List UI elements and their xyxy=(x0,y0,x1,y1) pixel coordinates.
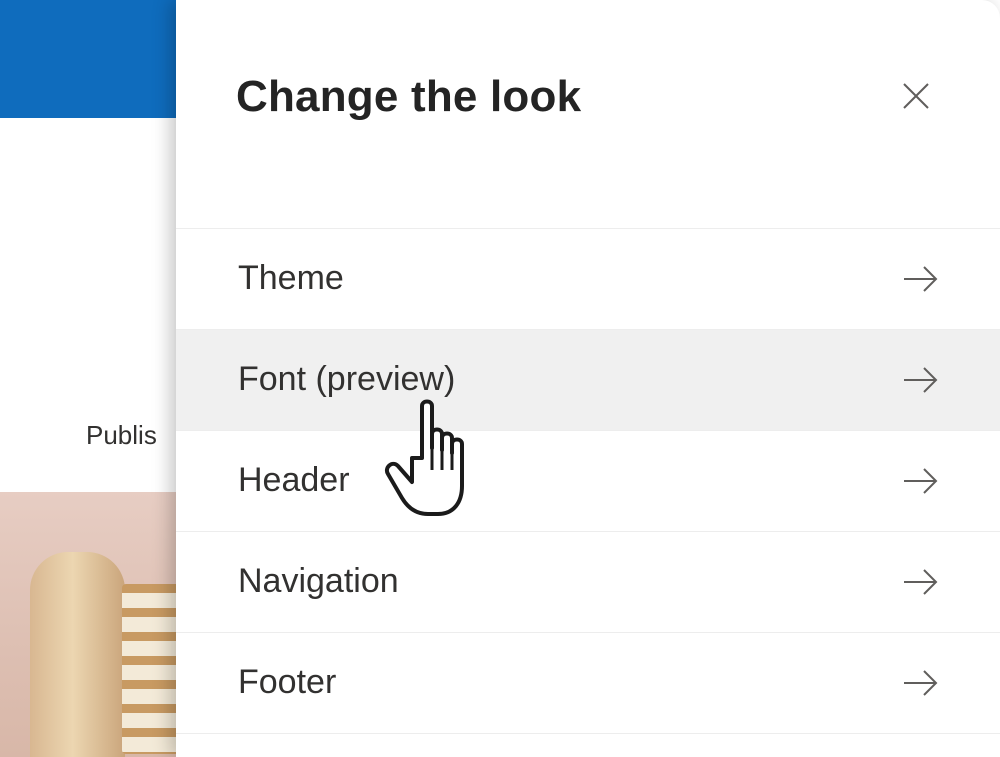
menu-item-font-preview[interactable]: Font (preview) xyxy=(176,330,1000,431)
menu-item-label: Font (preview) xyxy=(238,360,456,398)
arrow-right-icon xyxy=(904,569,938,595)
arrow-right-icon xyxy=(904,266,938,292)
publish-text: Publis xyxy=(86,420,157,450)
menu-item-navigation[interactable]: Navigation xyxy=(176,532,1000,633)
arrow-right-icon xyxy=(904,670,938,696)
menu-item-label: Navigation xyxy=(238,562,399,600)
menu-item-label: Footer xyxy=(238,663,337,701)
menu-item-footer[interactable]: Footer xyxy=(176,633,1000,734)
arrow-right-icon xyxy=(904,468,938,494)
menu-item-header[interactable]: Header xyxy=(176,431,1000,532)
panel-title: Change the look xyxy=(236,72,582,121)
change-the-look-menu: Theme Font (preview) Header Navigation F… xyxy=(176,228,1000,734)
change-the-look-panel: Change the look Theme Font (preview) Hea… xyxy=(176,0,1000,757)
menu-item-label: Theme xyxy=(238,259,344,297)
arrow-right-icon xyxy=(904,367,938,393)
sharepoint-site-page: Publis Change the look Theme Font (previ… xyxy=(0,0,1000,757)
close-icon xyxy=(903,83,929,109)
menu-item-label: Header xyxy=(238,461,350,499)
menu-item-theme[interactable]: Theme xyxy=(176,229,1000,330)
brush-handle-image xyxy=(30,552,125,757)
close-button[interactable] xyxy=(894,74,938,118)
